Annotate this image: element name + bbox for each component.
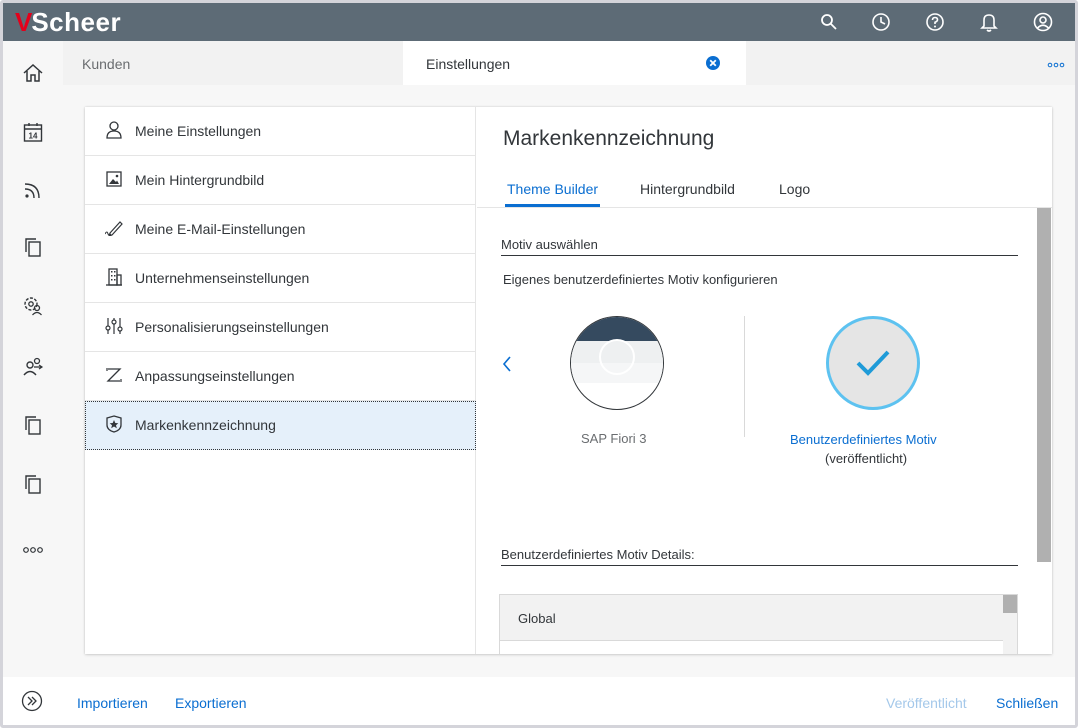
settings-list: Meine Einstellungen Mein Hintergrundbild…	[85, 107, 476, 654]
close-button[interactable]: Schließen	[996, 695, 1058, 711]
scrollbar[interactable]	[1037, 208, 1051, 562]
tab-kunden[interactable]: Kunden	[63, 41, 399, 85]
page-title: Markenkennzeichnung	[503, 127, 715, 150]
person-icon	[105, 121, 123, 139]
checkmark-icon	[856, 350, 890, 376]
calendar-icon[interactable]: 14	[20, 119, 46, 145]
list-item-label: Mein Hintergrundbild	[135, 172, 265, 188]
custom-theme-status: (veröffentlicht)	[825, 451, 908, 466]
shell-bar: V Scheer	[3, 3, 1075, 41]
scrollbar[interactable]	[1003, 595, 1017, 654]
tab-theme-builder[interactable]: Theme Builder	[507, 181, 598, 197]
tab-hintergrundbild[interactable]: Hintergrundbild	[640, 181, 735, 197]
section-heading: Motiv auswählen	[501, 237, 598, 252]
expand-icon[interactable]	[20, 689, 44, 713]
logo-mark: V	[15, 6, 32, 37]
tab-strip: Kunden Einstellungen	[63, 41, 1075, 85]
copy-icon[interactable]	[20, 471, 46, 497]
notifications-icon[interactable]	[977, 10, 1001, 34]
global-row[interactable]: Global	[500, 595, 1003, 641]
list-item-label: Anpassungseinstellungen	[135, 368, 295, 384]
badge-icon	[105, 415, 123, 433]
users-icon[interactable]	[20, 353, 46, 379]
theme-name: SAP Fiori 3	[581, 431, 647, 446]
section-description: Eigenes benutzerdefiniertes Motiv konfig…	[503, 272, 778, 287]
list-item-email-einstellungen[interactable]: Meine E-Mail-Einstellungen	[85, 205, 476, 254]
list-item-hintergrundbild[interactable]: Mein Hintergrundbild	[85, 156, 476, 205]
scheer-logo[interactable]: V Scheer	[15, 7, 121, 37]
edit-icon	[105, 219, 123, 237]
theme-preview-header	[571, 317, 663, 341]
logo-text: Scheer	[31, 6, 122, 37]
tab-logo[interactable]: Logo	[779, 181, 810, 197]
search-icon[interactable]	[817, 10, 841, 34]
custom-theme-tile[interactable]	[826, 316, 920, 410]
divider	[744, 316, 745, 437]
list-item-label: Markenkennzeichnung	[135, 417, 276, 433]
tab-label: Einstellungen	[426, 56, 511, 72]
more-icon[interactable]	[20, 537, 46, 563]
tab-label: Kunden	[82, 56, 131, 72]
list-item-label: Meine Einstellungen	[135, 123, 262, 139]
customize-icon	[105, 366, 123, 384]
publish-button[interactable]: Veröffentlicht	[886, 695, 967, 711]
feed-icon[interactable]	[20, 177, 46, 203]
list-item-unternehmenseinstellungen[interactable]: Unternehmenseinstellungen	[85, 254, 476, 303]
export-button[interactable]: Exportieren	[175, 695, 247, 711]
sliders-icon	[105, 317, 123, 335]
divider	[501, 255, 1018, 256]
list-item-markenkennzeichnung[interactable]: Markenkennzeichnung	[85, 401, 476, 450]
global-label: Global	[518, 611, 556, 626]
tab-einstellungen[interactable]: Einstellungen	[403, 41, 746, 85]
image-icon	[105, 170, 123, 188]
details-panel: Global	[499, 594, 1018, 654]
list-item-anpassungseinstellungen[interactable]: Anpassungseinstellungen	[85, 352, 476, 401]
group-settings-icon[interactable]	[20, 293, 46, 319]
help-icon[interactable]	[923, 10, 947, 34]
divider	[501, 565, 1018, 566]
copy-icon[interactable]	[20, 412, 46, 438]
list-item-label: Meine E-Mail-Einstellungen	[135, 221, 306, 237]
side-navigation: 14	[3, 41, 63, 725]
theme-preview-ring	[599, 339, 635, 375]
list-item-label: Personalisierungseinstellungen	[135, 319, 329, 335]
chevron-left-icon[interactable]	[497, 352, 517, 376]
divider	[477, 207, 1052, 208]
building-icon	[105, 268, 123, 286]
custom-theme-name[interactable]: Benutzerdefiniertes Motiv	[790, 432, 937, 447]
home-icon[interactable]	[20, 60, 46, 86]
theme-preview-sap-fiori-3[interactable]	[570, 316, 664, 410]
details-heading: Benutzerdefiniertes Motiv Details:	[501, 547, 695, 562]
copy-icon[interactable]	[20, 234, 46, 260]
import-button[interactable]: Importieren	[77, 695, 148, 711]
footer-toolbar: Importieren Exportieren Veröffentlicht S…	[3, 677, 1075, 725]
list-item-personalisierungseinstellungen[interactable]: Personalisierungseinstellungen	[85, 303, 476, 352]
scrollbar-thumb[interactable]	[1003, 595, 1017, 613]
settings-card: Meine Einstellungen Mein Hintergrundbild…	[85, 107, 1052, 654]
close-tab-icon[interactable]	[705, 55, 721, 71]
app-window: V Scheer 14 Kunden Einstellungen Meine E…	[0, 0, 1078, 728]
list-item-meine-einstellungen[interactable]: Meine Einstellungen	[85, 107, 476, 156]
detail-pane: Markenkennzeichnung Theme Builder Hinter…	[477, 107, 1052, 654]
history-icon[interactable]	[869, 10, 893, 34]
list-item-label: Unternehmenseinstellungen	[135, 270, 310, 286]
calendar-day: 14	[29, 132, 38, 141]
overflow-icon[interactable]	[1046, 61, 1066, 69]
user-icon[interactable]	[1031, 10, 1055, 34]
